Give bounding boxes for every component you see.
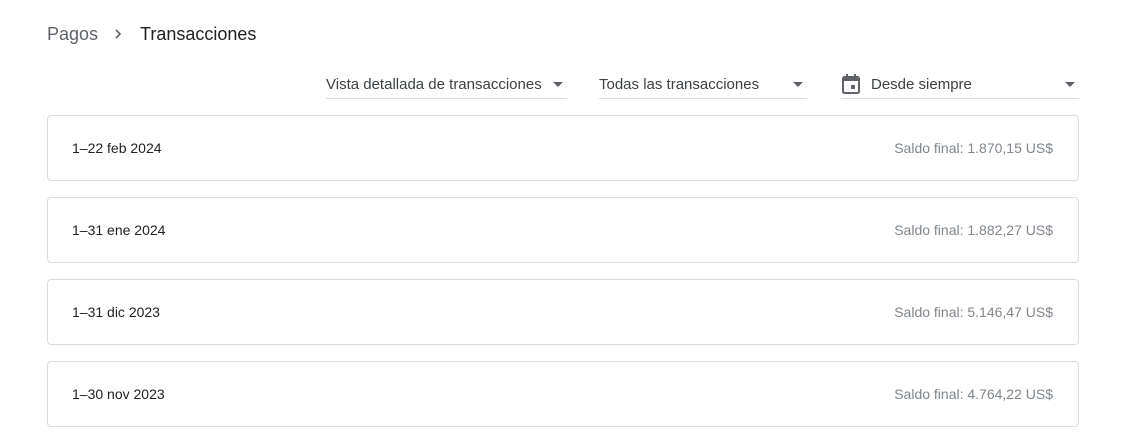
- statement-row[interactable]: 1–30 nov 2023 Saldo final: 4.764,22 US$: [47, 361, 1079, 427]
- statement-balance: Saldo final: 1.882,27 US$: [894, 222, 1053, 238]
- date-range-select[interactable]: Desde siempre: [841, 70, 1079, 99]
- statement-row[interactable]: 1–31 ene 2024 Saldo final: 1.882,27 US$: [47, 197, 1079, 263]
- transaction-type-select[interactable]: Todas las transacciones: [599, 70, 807, 99]
- statement-period: 1–30 nov 2023: [72, 386, 165, 402]
- view-select-value: Vista detallada de transacciones: [326, 75, 542, 93]
- statement-period: 1–31 ene 2024: [72, 222, 166, 238]
- statement-balance: Saldo final: 5.146,47 US$: [894, 304, 1053, 320]
- date-range-select-value: Desde siempre: [871, 75, 972, 93]
- page-title: Transacciones: [140, 23, 257, 44]
- statement-balance: Saldo final: 1.870,15 US$: [894, 140, 1053, 156]
- statement-period: 1–22 feb 2024: [72, 140, 162, 156]
- filters-bar: Vista detallada de transacciones Todas l…: [0, 70, 1122, 100]
- statement-balance: Saldo final: 4.764,22 US$: [894, 386, 1053, 402]
- breadcrumb-pagos-link[interactable]: Pagos: [47, 24, 98, 45]
- arrow-drop-down-icon: [1065, 82, 1075, 87]
- statement-list: 1–22 feb 2024 Saldo final: 1.870,15 US$ …: [47, 115, 1079, 443]
- transaction-type-select-value: Todas las transacciones: [599, 75, 760, 93]
- calendar-icon: [841, 73, 861, 95]
- view-select[interactable]: Vista detallada de transacciones: [326, 70, 567, 99]
- statement-row[interactable]: 1–22 feb 2024 Saldo final: 1.870,15 US$: [47, 115, 1079, 181]
- breadcrumb: Pagos Transacciones: [47, 22, 256, 46]
- arrow-drop-down-icon: [793, 82, 803, 87]
- statement-period: 1–31 dic 2023: [72, 304, 160, 320]
- chevron-right-icon: [112, 28, 124, 40]
- statement-row[interactable]: 1–31 dic 2023 Saldo final: 5.146,47 US$: [47, 279, 1079, 345]
- arrow-drop-down-icon: [553, 82, 563, 87]
